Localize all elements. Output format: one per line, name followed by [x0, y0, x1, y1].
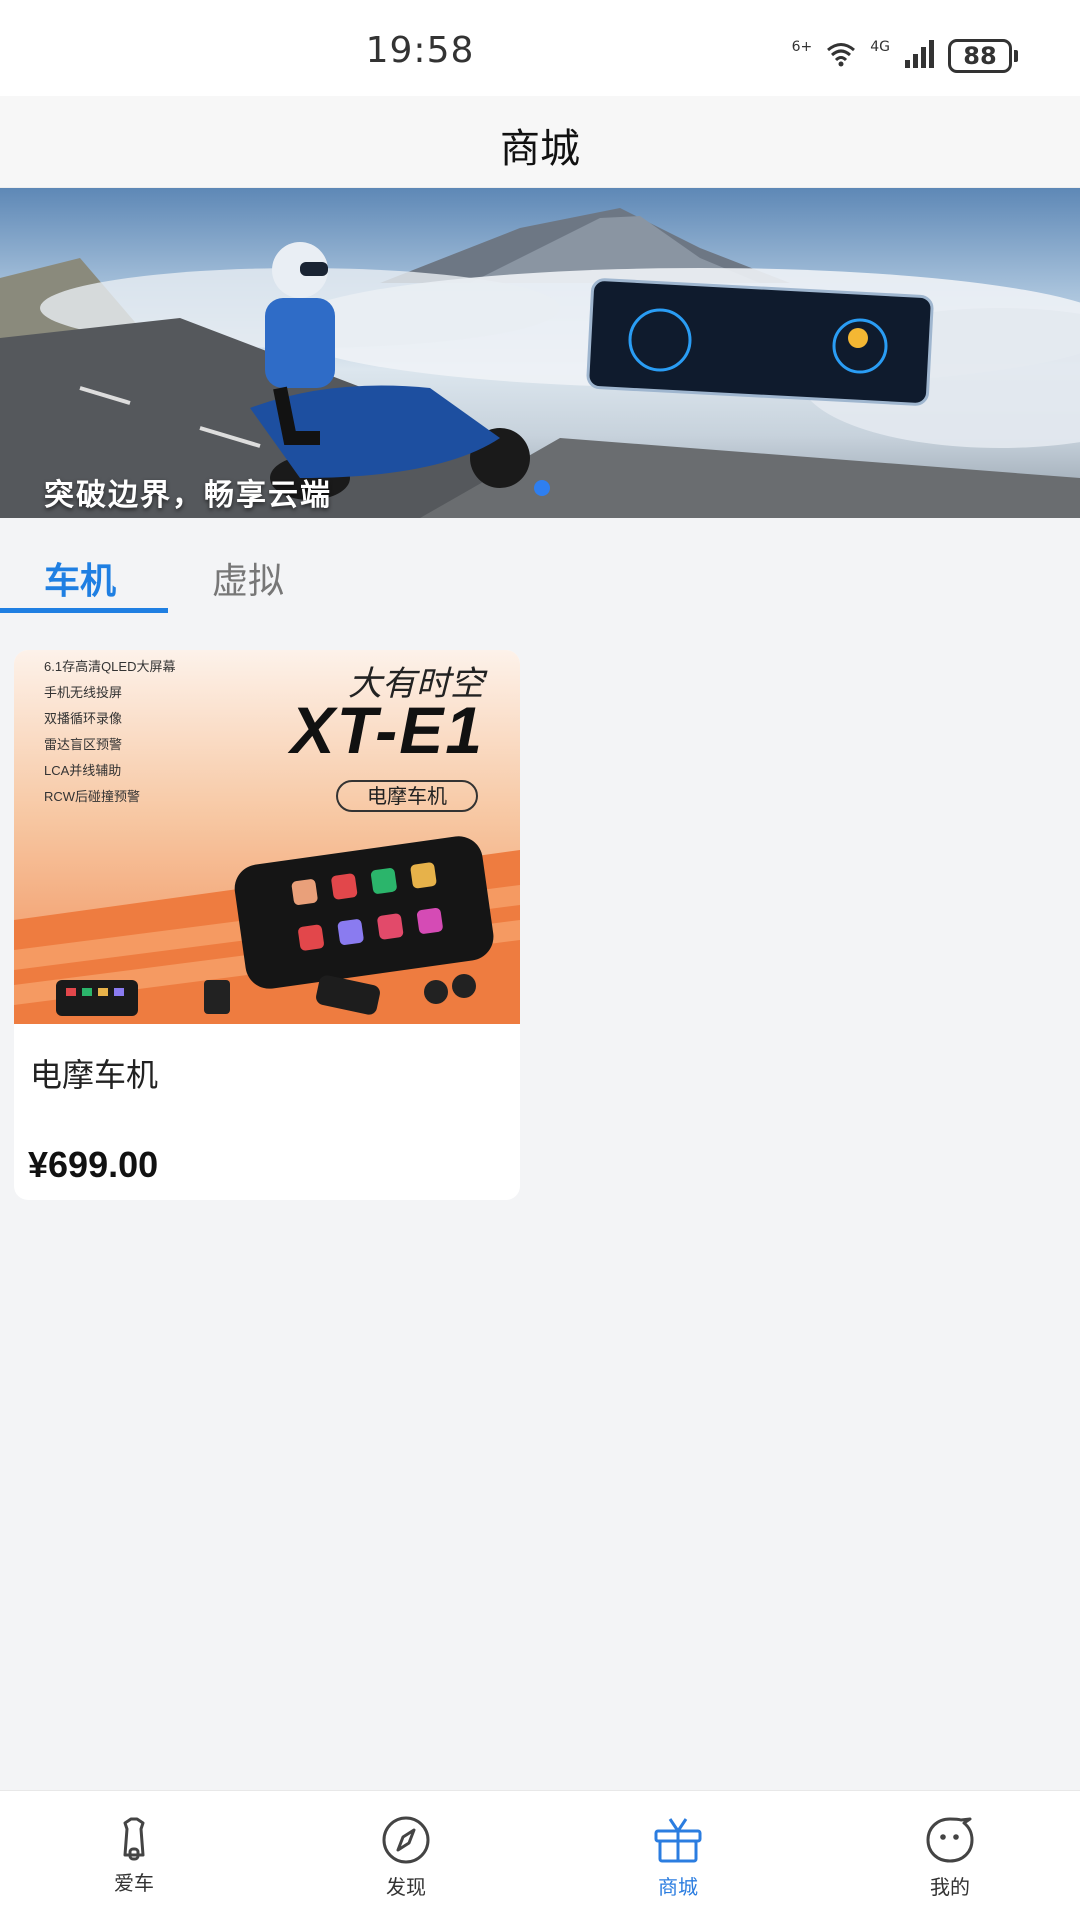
feature-item: 6.1存高清QLED大屏幕 [44, 659, 176, 674]
compass-icon [346, 1815, 466, 1865]
battery-level: 88 [948, 39, 1012, 73]
status-time: 19:58 [365, 30, 475, 71]
cell-label: 4G [870, 39, 890, 55]
tab-car-unit[interactable]: 车机 [44, 552, 116, 604]
feature-item: LCA并线辅助 [44, 763, 122, 778]
nav-item-store[interactable]: 商城 [618, 1815, 738, 1900]
promo-banner[interactable]: 突破边界，畅享云端 [0, 188, 1080, 518]
status-bar: 19:58 6+ 4G 88 [0, 0, 1080, 96]
feature-item: 双播循环录像 [44, 711, 123, 726]
title-bar: 商城 [0, 96, 1080, 188]
signal-icon [904, 40, 934, 72]
feature-item: 手机无线投屏 [44, 685, 123, 700]
scooter-icon [74, 1815, 194, 1861]
status-icons: 6+ 4G 88 [792, 36, 1018, 76]
category-tabs: 车机 虚拟 [0, 540, 1080, 613]
product-price: ¥699.00 [28, 1144, 159, 1185]
banner-illustration [0, 208, 1080, 518]
nav-item-car[interactable]: 爱车 [74, 1815, 194, 1896]
product-tag: 电摩车机 [336, 780, 478, 812]
product-name: 电摩车机 [30, 1056, 159, 1094]
nav-item-discover[interactable]: 发现 [346, 1815, 466, 1900]
gift-icon [618, 1815, 738, 1865]
page-title: 商城 [500, 126, 580, 172]
nav-label: 商城 [658, 1875, 698, 1899]
product-card[interactable]: 6.1存高清QLED大屏幕 手机无线投屏 双播循环录像 雷达盲区预警 LCA并线… [14, 650, 520, 1200]
feature-item: RCW后碰撞预警 [44, 789, 141, 804]
product-model: XT-E1 [290, 693, 484, 767]
product-feature-list: 6.1存高清QLED大屏幕 手机无线投屏 双播循环录像 雷达盲区预警 LCA并线… [44, 654, 175, 810]
wifi-label: 6+ [791, 39, 813, 55]
banner-caption: 突破边界，畅享云端 [44, 478, 332, 513]
nav-label: 发现 [386, 1875, 426, 1899]
battery-icon: 88 [948, 39, 1018, 73]
tab-active-indicator [0, 608, 168, 613]
nav-label: 爱车 [114, 1871, 154, 1895]
bottom-nav: 爱车 发现 商城 我的 [0, 1790, 1080, 1920]
product-image: 6.1存高清QLED大屏幕 手机无线投屏 双播循环录像 雷达盲区预警 LCA并线… [14, 650, 520, 1024]
feature-item: 雷达盲区预警 [44, 737, 123, 752]
banner-indicator-dot[interactable] [534, 480, 550, 496]
tab-virtual[interactable]: 虚拟 [212, 552, 284, 604]
chat-face-icon [890, 1815, 1010, 1865]
wifi-icon [826, 41, 856, 71]
nav-item-mine[interactable]: 我的 [890, 1815, 1010, 1900]
nav-label: 我的 [930, 1875, 970, 1899]
